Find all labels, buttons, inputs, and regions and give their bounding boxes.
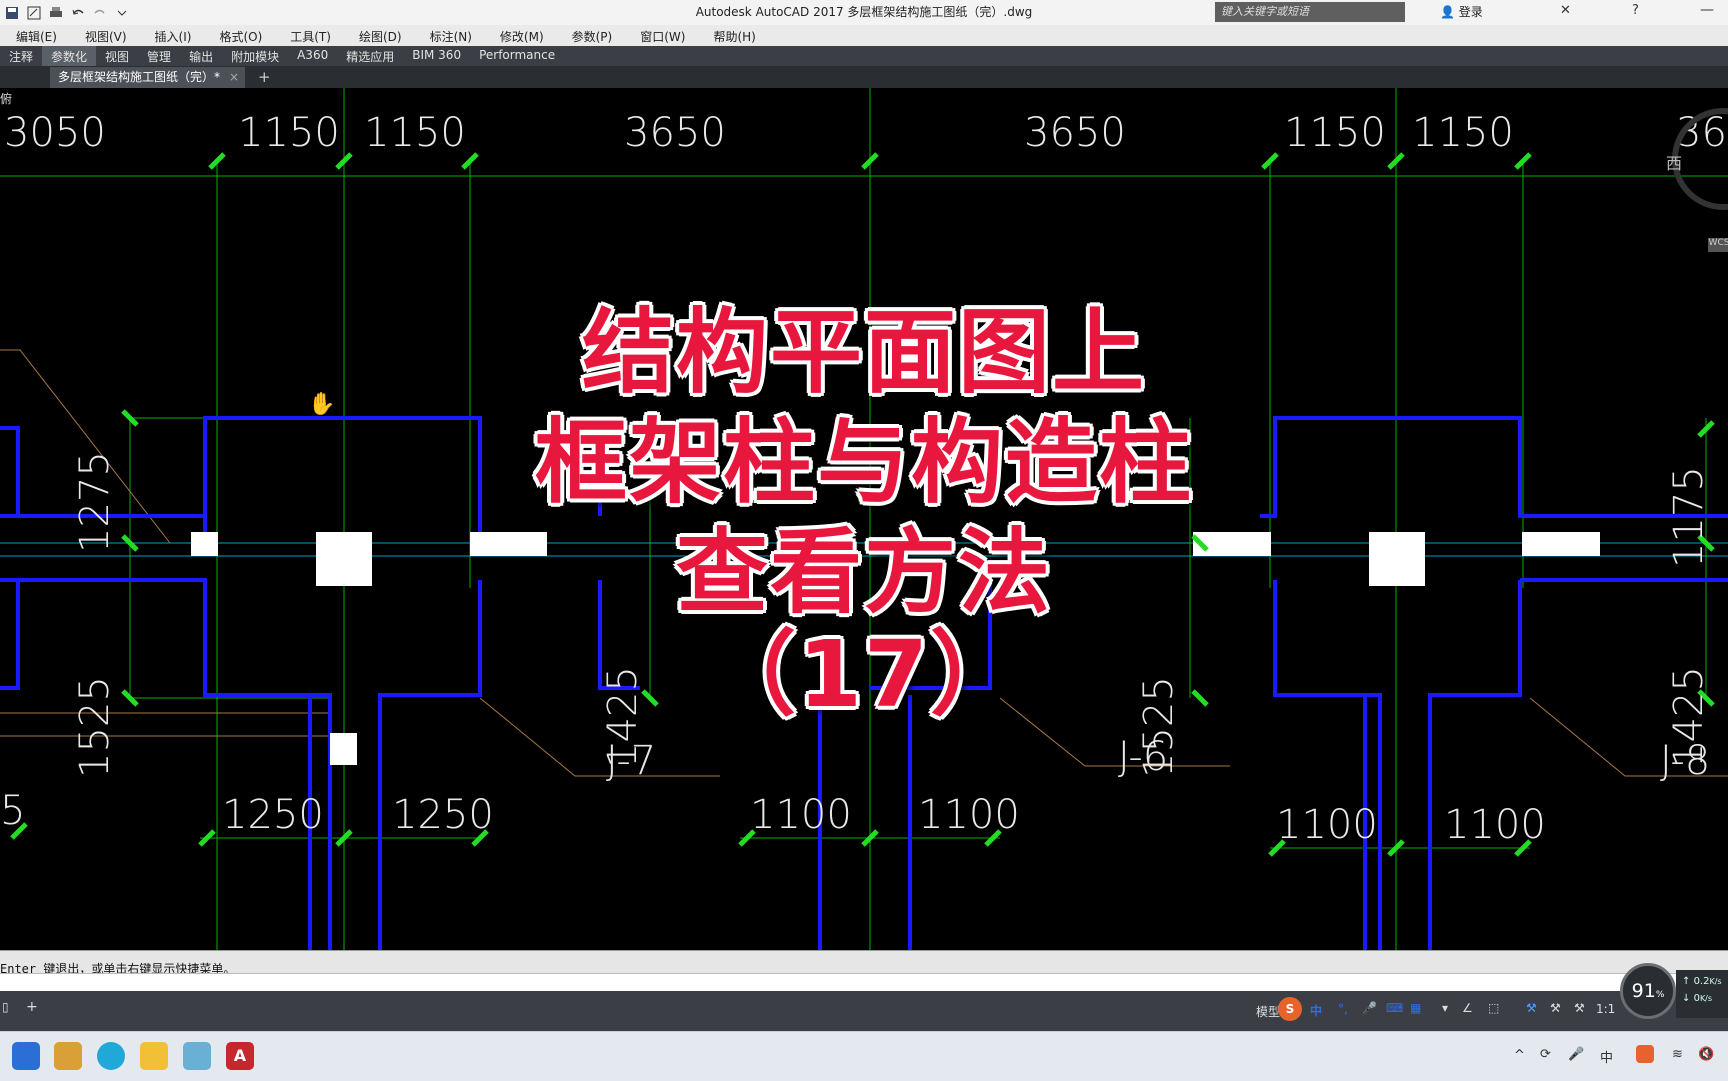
auto-scale-icon[interactable]: ⚒ <box>1550 1001 1561 1015</box>
menu-item[interactable]: 绘图(D) <box>343 25 414 46</box>
dimension-text: 3650 <box>624 110 726 156</box>
status-bar: ▯ + 模型 S 中 °, 🎤 ⌨ ▦ ▾ ∠ ⬚ ⚒ ⚒ ⚒ 1:1 <box>0 991 1728 1031</box>
menu-item[interactable]: 格式(O) <box>203 25 274 46</box>
menu-item[interactable]: 修改(M) <box>484 25 556 46</box>
ribbon-tab[interactable]: 注释 <box>0 46 42 66</box>
memory-gauge: 91% <box>1620 963 1676 1019</box>
title-bar: Autodesk AutoCAD 2017 多层框架结构施工图纸（完）.dwg … <box>0 0 1728 26</box>
isodraft-icon[interactable]: ⬚ <box>1488 1001 1499 1015</box>
command-input[interactable] <box>0 973 1728 991</box>
file-explorer-icon[interactable] <box>140 1042 168 1070</box>
exchange-icon[interactable]: ✕ <box>1560 3 1571 18</box>
dimension-text: 1150 <box>238 110 340 156</box>
network-speed: ↑ 0.2K/s ↓ 0K/s <box>1676 970 1728 1018</box>
menu-item[interactable]: 窗口(W) <box>624 25 697 46</box>
new-tab-icon[interactable]: + <box>258 68 271 86</box>
foundation-label: J-7 <box>606 738 657 784</box>
layout-tab-scroll[interactable]: ▯ <box>2 1000 9 1014</box>
app-icon[interactable] <box>183 1042 211 1070</box>
ribbon-tab[interactable]: BIM 360 <box>403 46 470 66</box>
viewport-control[interactable]: 俯 <box>0 90 12 107</box>
tray-overflow-icon[interactable]: ^ <box>1514 1048 1525 1063</box>
search-input[interactable]: 键入关键字或短语 <box>1215 2 1405 22</box>
upload-speed: ↑ 0.2K/s <box>1682 976 1722 987</box>
login-label: 登录 <box>1458 5 1483 19</box>
volume-icon[interactable]: 🔇 <box>1698 1047 1714 1062</box>
dimension-text: 1250 <box>392 792 494 838</box>
annotation-scale-icon[interactable]: ⚒ <box>1574 1001 1585 1015</box>
ribbon-tab[interactable]: A360 <box>288 46 337 66</box>
menu-bar: 编辑(E) 视图(V) 插入(I) 格式(O) 工具(T) 绘图(D) 标注(N) 修改(M)… <box>0 25 1728 47</box>
drawing-canvas[interactable]: 3050115011503650365011501150367127515251… <box>0 88 1728 950</box>
tray-sync-icon[interactable]: ⟳ <box>1540 1047 1551 1062</box>
tray-sogou-icon[interactable] <box>1636 1045 1654 1063</box>
dimension-text: 1100 <box>750 792 852 838</box>
close-tab-icon[interactable]: × <box>229 67 239 87</box>
annotation-visibility-icon[interactable]: ⚒ <box>1526 1001 1537 1015</box>
tray-ime-icon[interactable]: 中 <box>1600 1047 1613 1066</box>
tray-mic-icon[interactable]: 🎤 <box>1568 1047 1584 1062</box>
polar-icon[interactable]: ∠ <box>1462 1001 1473 1015</box>
dimension-text: 1150 <box>1284 110 1386 156</box>
ribbon-tab[interactable]: 输出 <box>180 46 222 66</box>
minimize-icon[interactable]: — <box>1700 2 1714 18</box>
scale-label[interactable]: 1:1 <box>1596 1002 1615 1016</box>
edge-browser-icon[interactable] <box>97 1042 125 1070</box>
document-tabs: 多层框架结构施工图纸（完）* × + <box>0 66 1728 88</box>
dimension-text: 1100 <box>1444 802 1546 848</box>
dimension-text: 3050 <box>4 110 106 156</box>
ime-logo-icon[interactable]: S <box>1278 997 1302 1021</box>
gauge-percent: 91 <box>1631 980 1656 1002</box>
wifi-icon[interactable]: ≋ <box>1672 1047 1683 1062</box>
ribbon-tab[interactable]: 附加模块 <box>222 46 288 66</box>
ribbon-tab[interactable]: 管理 <box>138 46 180 66</box>
ribbon-tab[interactable]: 参数化 <box>42 46 97 66</box>
document-tab[interactable]: 多层框架结构施工图纸（完）* × <box>50 67 245 88</box>
ime-menu-icon[interactable]: ▦ <box>1410 1001 1421 1015</box>
taskbar: A ^ ⟳ 🎤 中 ≋ 🔇 <box>0 1031 1728 1081</box>
ribbon-tab[interactable]: 视图 <box>96 46 138 66</box>
menu-item[interactable]: 帮助(H) <box>697 25 767 46</box>
dimension-text: 3650 <box>1024 110 1126 156</box>
keyboard-icon[interactable]: ⌨ <box>1386 1001 1403 1015</box>
menu-item[interactable]: 视图(V) <box>69 25 139 46</box>
tool-app-icon[interactable] <box>54 1042 82 1070</box>
download-speed: ↓ 0K/s <box>1682 993 1713 1004</box>
foundation-label: J-8 <box>1660 738 1711 784</box>
ime-punct-icon[interactable]: °, <box>1338 1002 1348 1016</box>
dimension-text: 1150 <box>1412 110 1514 156</box>
help-icon[interactable]: ? <box>1632 3 1639 18</box>
menu-item[interactable]: 标注(N) <box>414 25 484 46</box>
model-space-label[interactable]: 模型 <box>1256 1003 1280 1020</box>
dimension-text: 5 <box>0 788 26 834</box>
dimension-text: 1100 <box>918 792 1020 838</box>
command-line: Enter 键退出，或单击右键显示快捷菜单。 <box>0 950 1728 991</box>
microphone-icon[interactable]: 🎤 <box>1362 1001 1377 1015</box>
column[interactable] <box>330 733 357 765</box>
login-button[interactable]: 👤 登录 <box>1440 3 1483 20</box>
overlay-title-line4: （17） <box>703 621 1025 728</box>
dimension-text: 1150 <box>364 110 466 156</box>
ribbon-tab[interactable]: Performance <box>470 46 564 66</box>
ime-mode-label[interactable]: 中 <box>1310 1002 1322 1019</box>
foundation-label: J-6 <box>1118 734 1169 780</box>
ortho-icon[interactable]: ▾ <box>1442 1001 1448 1015</box>
add-layout-icon[interactable]: + <box>26 999 38 1015</box>
user-icon: 👤 <box>1440 5 1455 19</box>
autocad-icon[interactable]: A <box>226 1042 254 1070</box>
wcs-menu[interactable]: WCS <box>1708 238 1728 252</box>
ribbon-tab[interactable]: 精选应用 <box>337 46 403 66</box>
dimension-text: 1100 <box>1276 802 1378 848</box>
menu-item[interactable]: 工具(T) <box>274 25 343 46</box>
ribbon-tabs: 注释 参数化 视图 管理 输出 附加模块 A360 精选应用 BIM 360 Performanc… <box>0 46 1728 66</box>
compass-west-label: 西 <box>1666 154 1683 173</box>
start-icon[interactable] <box>12 1042 40 1070</box>
menu-item[interactable]: 插入(I) <box>139 25 204 46</box>
menu-item[interactable]: 参数(P) <box>556 25 625 46</box>
document-tab-label: 多层框架结构施工图纸（完）* <box>58 70 221 84</box>
menu-item[interactable]: 编辑(E) <box>0 25 69 46</box>
dimension-text: 1250 <box>222 792 324 838</box>
